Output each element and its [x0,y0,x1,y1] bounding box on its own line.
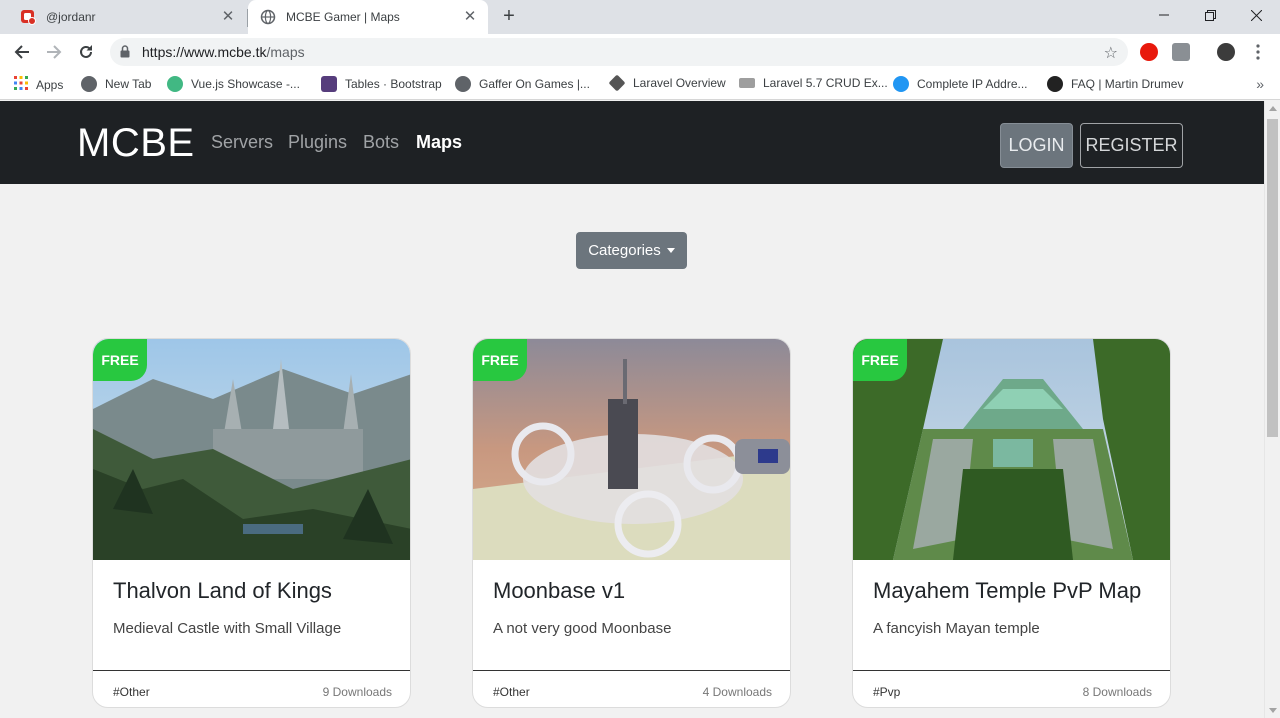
tab-jordanr[interactable]: @jordanr ✕ [8,0,246,34]
globe-icon [81,76,97,92]
bookmark-apps[interactable]: Apps [14,76,63,93]
bookmark-vue-showcase[interactable]: Vue.js Showcase -... [167,76,300,92]
map-downloads: 8 Downloads [1082,685,1152,699]
tab-close-icon[interactable]: ✕ [462,9,478,25]
bookmark-label: FAQ | Martin Drumev [1071,77,1184,91]
categories-label: Categories [588,242,661,259]
url-text: https://www.mcbe.tk/maps [142,44,305,60]
profile-favicon-icon [20,9,36,25]
map-downloads: 4 Downloads [702,685,772,699]
bookmarks-overflow-icon[interactable]: » [1256,76,1264,92]
tab-title: MCBE Gamer | Maps [286,10,400,24]
free-badge: FREE [473,339,527,381]
scrollbar-thumb[interactable] [1267,119,1278,437]
extension-1b-icon[interactable] [1172,43,1190,61]
map-title[interactable]: Mayahem Temple PvP Map [873,578,1141,604]
bookmark-label: Laravel 5.7 CRUD Ex... [763,76,888,90]
minimize-icon[interactable] [1141,0,1187,30]
bookmark-gaffer-on-games[interactable]: Gaffer On Games |... [455,76,590,92]
card-footer: #Other 4 Downloads [473,670,790,707]
scroll-down-icon[interactable] [1269,708,1277,713]
profile-avatar-icon[interactable] [1217,43,1235,61]
bookmark-label: Tables · Bootstrap [345,77,442,91]
free-badge: FREE [93,339,147,381]
map-tag[interactable]: #Other [493,685,530,699]
tab-mcbe-maps[interactable]: MCBE Gamer | Maps ✕ [248,0,488,34]
bookmark-complete-ip[interactable]: Complete IP Addre... [893,76,1028,92]
site-brand[interactable]: MCBE [77,121,195,166]
caret-down-icon [666,248,675,253]
browser-toolbar: https://www.mcbe.tk/maps ☆ [0,34,1280,70]
map-card[interactable]: FREE Moonbase v1 A not very good Moonbas… [472,338,791,708]
nav-bots[interactable]: Bots [363,132,399,153]
map-downloads: 9 Downloads [322,685,392,699]
page-scrollbar[interactable] [1264,101,1280,718]
browser-menu-icon[interactable] [1252,43,1264,61]
lock-icon [120,45,130,63]
categories-dropdown-button[interactable]: Categories [576,232,687,269]
forward-arrow-icon[interactable] [42,40,66,64]
globe-favicon-icon [260,9,276,25]
card-footer: #Other 9 Downloads [93,670,410,707]
free-badge: FREE [853,339,907,381]
site-navbar: MCBE Servers Plugins Bots Maps LOGIN REG… [0,101,1264,184]
bookmark-star-icon[interactable]: ☆ [1104,43,1118,63]
back-arrow-icon[interactable] [10,40,34,64]
map-title[interactable]: Thalvon Land of Kings [113,578,332,604]
apps-grid-icon [14,76,28,93]
bookmark-martin-drumev[interactable]: FAQ | Martin Drumev [1047,76,1183,92]
restore-icon[interactable] [1187,0,1233,30]
map-tag[interactable]: #Pvp [873,685,900,699]
map-description: A fancyish Mayan temple [873,620,1040,637]
bookmark-label: Vue.js Showcase -... [191,77,300,91]
window-close-icon[interactable] [1233,0,1279,30]
tab-close-icon[interactable]: ✕ [220,9,236,25]
url-host: https://www.mcbe.tk [142,44,267,60]
site-icon [1047,76,1063,92]
vue-icon [167,76,183,92]
map-card[interactable]: FREE Mayahem Temple PvP Map A fancyish M… [852,338,1171,708]
nav-servers[interactable]: Servers [211,132,273,153]
tab-strip: @jordanr ✕ MCBE Gamer | Maps ✕ + [0,0,1280,34]
bookmark-label: New Tab [105,77,152,91]
bookmarks-bar: Apps New Tab Vue.js Showcase -... Tables… [0,70,1280,100]
bookmark-label: Laravel Overview [633,76,726,90]
tab-title: @jordanr [46,10,96,24]
map-tag[interactable]: #Other [113,685,150,699]
card-footer: #Pvp 8 Downloads [853,670,1170,707]
bookmark-laravel-overview[interactable]: Laravel Overview [608,74,726,92]
url-path: /maps [266,44,305,60]
bootstrap-icon [321,76,337,92]
map-description: A not very good Moonbase [493,620,672,637]
scroll-up-icon[interactable] [1269,106,1277,111]
new-tab-plus-icon[interactable]: + [498,6,520,28]
bookmark-new-tab[interactable]: New Tab [81,76,151,92]
extension-red-icon[interactable] [1140,43,1158,61]
page-viewport: MCBE Servers Plugins Bots Maps LOGIN REG… [0,101,1264,718]
bookmark-label: Apps [36,77,64,92]
login-button[interactable]: LOGIN [1000,123,1073,168]
earth-icon [893,76,909,92]
bookmark-label: Complete IP Addre... [917,77,1028,91]
nav-maps[interactable]: Maps [416,132,462,153]
reload-icon[interactable] [74,40,98,64]
map-title[interactable]: Moonbase v1 [493,578,625,604]
bookmark-label: Gaffer On Games |... [479,77,590,91]
register-button[interactable]: REGISTER [1080,123,1183,168]
globe-icon [455,76,471,92]
bookmark-bootstrap-tables[interactable]: Tables · Bootstrap [321,76,442,92]
map-description: Medieval Castle with Small Village [113,620,342,637]
map-card[interactable]: FREE Thalvon Land of Kings Medieval Cast… [92,338,411,708]
address-bar[interactable]: https://www.mcbe.tk/maps ☆ [110,38,1128,66]
site-icon [739,78,755,88]
bookmark-laravel-crud[interactable]: Laravel 5.7 CRUD Ex... [739,76,888,90]
laravel-icon [608,74,626,92]
nav-plugins[interactable]: Plugins [288,132,347,153]
